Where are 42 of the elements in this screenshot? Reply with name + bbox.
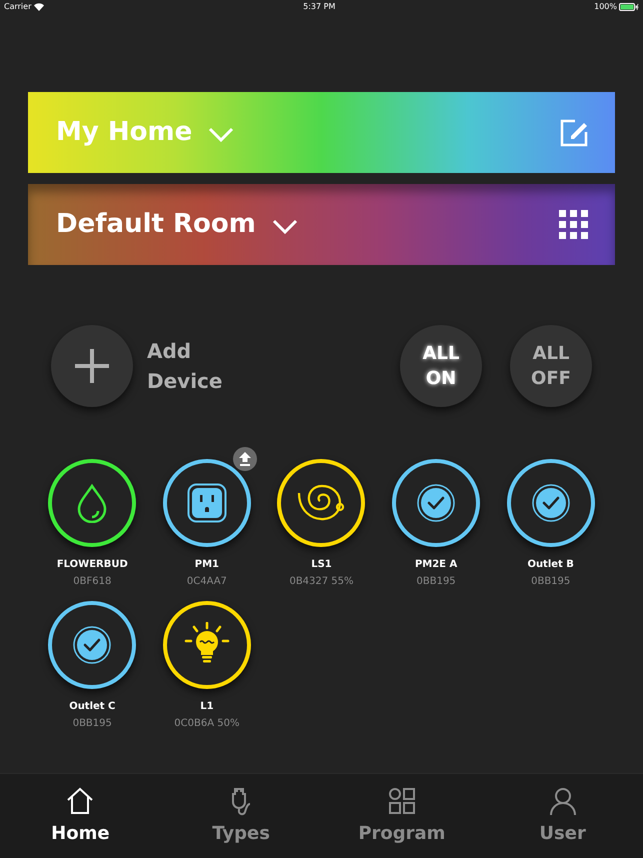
check-icon bbox=[73, 626, 112, 664]
room-banner[interactable]: Default Room bbox=[28, 184, 615, 265]
clock: 5:37 PM bbox=[303, 1, 336, 13]
grid-icon bbox=[386, 786, 417, 816]
outlet-icon bbox=[186, 483, 227, 523]
device-name: Outlet B bbox=[527, 558, 574, 572]
battery-percent: 100% bbox=[594, 1, 617, 13]
room-title: Default Room bbox=[56, 208, 256, 241]
wifi-icon bbox=[34, 3, 44, 11]
device-name: PM2E A bbox=[414, 558, 458, 572]
edit-icon[interactable] bbox=[559, 118, 589, 148]
device-name: LS1 bbox=[311, 558, 332, 572]
tab[interactable]: User bbox=[482, 774, 643, 858]
spiral-icon bbox=[296, 483, 346, 523]
power-button[interactable]: ALL OFF bbox=[510, 325, 592, 407]
device-id: 0C4AA7 bbox=[186, 575, 227, 589]
user-icon bbox=[548, 786, 578, 816]
device-id: 0C0B6A 50% bbox=[174, 717, 240, 731]
device-id: 0B4327 55% bbox=[289, 575, 354, 589]
device-id: 0BB195 bbox=[531, 575, 570, 589]
plus-icon bbox=[75, 349, 109, 383]
device-name: Outlet C bbox=[69, 700, 116, 714]
tab[interactable]: Types bbox=[160, 774, 322, 858]
upload-badge-icon[interactable] bbox=[232, 447, 257, 471]
device-name: PM1 bbox=[194, 558, 220, 572]
home-icon bbox=[65, 786, 96, 816]
chevron-down-icon[interactable] bbox=[272, 218, 298, 234]
add-device-label[interactable]: Add Device bbox=[147, 336, 222, 396]
tab[interactable]: Program bbox=[322, 774, 482, 858]
check-icon bbox=[532, 484, 570, 522]
device-id: 0BF618 bbox=[73, 575, 112, 589]
grid-menu-icon[interactable] bbox=[559, 210, 589, 240]
power-button[interactable]: ALL ON bbox=[400, 325, 482, 407]
tab[interactable]: Home bbox=[0, 774, 161, 858]
home-title: My Home bbox=[56, 116, 192, 149]
battery-icon bbox=[619, 3, 639, 11]
device-name: L1 bbox=[200, 700, 214, 714]
carrier-label: Carrier bbox=[4, 1, 32, 13]
device-id: 0BB195 bbox=[416, 575, 456, 589]
device-id: 0BB195 bbox=[72, 717, 112, 731]
device-name: FLOWERBUD bbox=[56, 558, 128, 572]
check-icon bbox=[417, 484, 456, 522]
